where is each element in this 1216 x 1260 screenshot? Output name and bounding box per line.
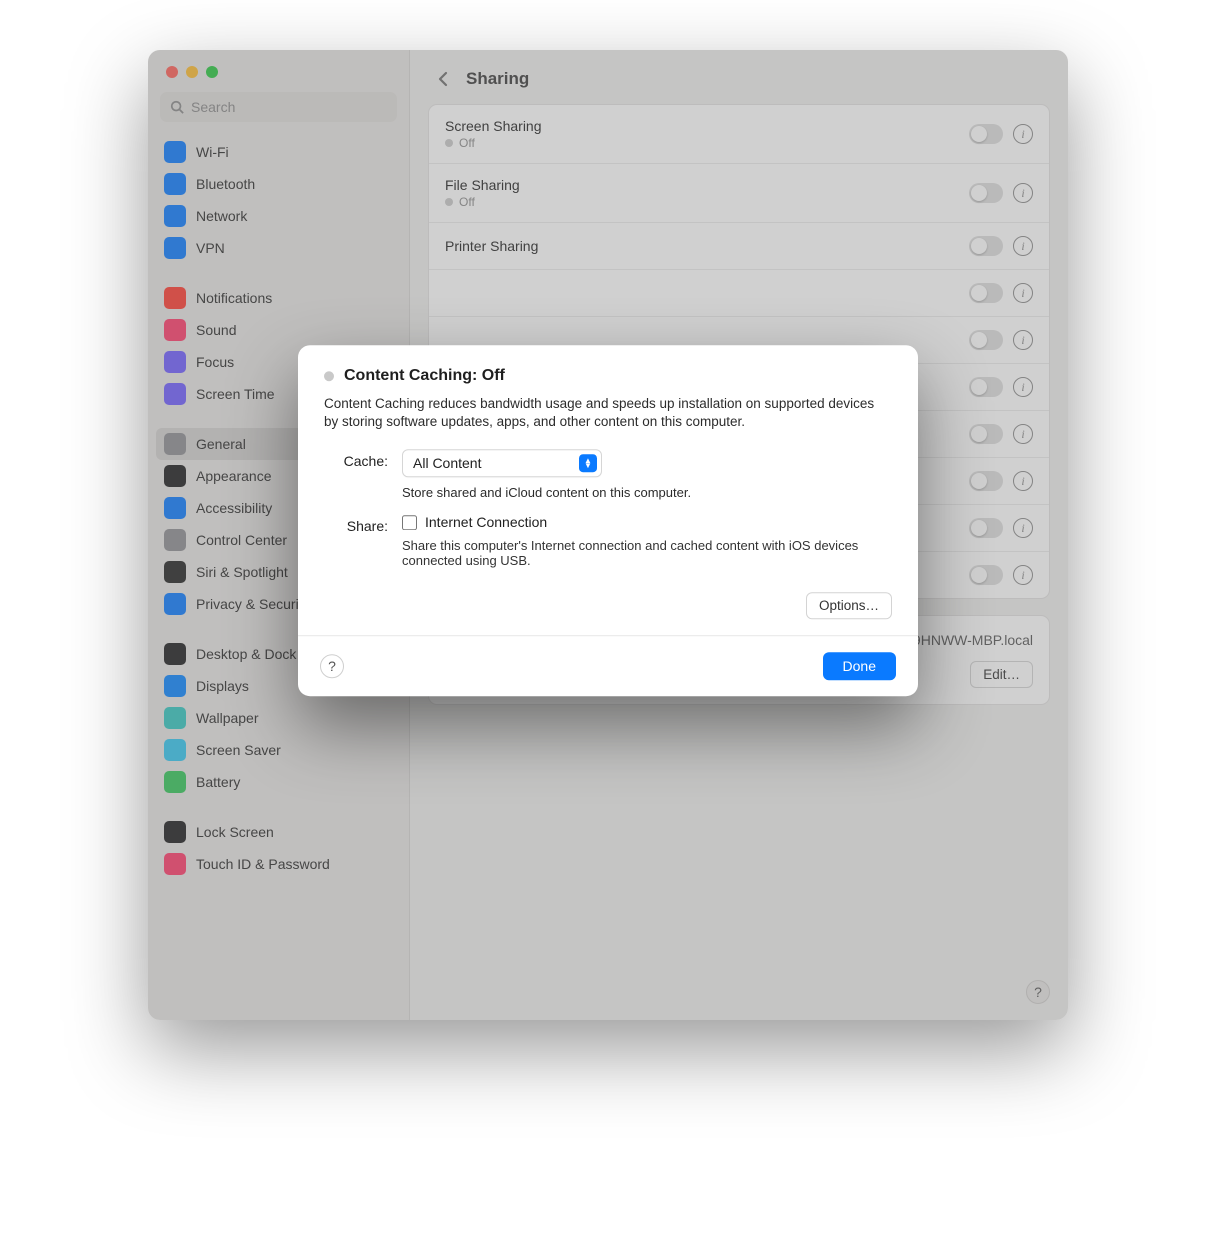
cache-label: Cache: — [324, 450, 388, 470]
status-dot-icon — [324, 371, 334, 381]
share-label: Share: — [324, 515, 388, 535]
cache-hint: Store shared and iCloud content on this … — [402, 486, 892, 501]
done-button[interactable]: Done — [823, 653, 896, 681]
sheet-title: Content Caching: Off — [324, 367, 892, 385]
system-settings-window: Search Wi-FiBluetoothNetworkVPNNotificat… — [148, 50, 1068, 1020]
content-caching-sheet: Content Caching: Off Content Caching red… — [298, 345, 918, 696]
cache-select-value: All Content — [413, 456, 481, 472]
stepper-icon: ▲▼ — [579, 455, 597, 473]
sheet-help-button[interactable]: ? — [320, 655, 344, 679]
cache-select[interactable]: All Content ▲▼ — [402, 450, 602, 478]
share-internet-checkbox-input[interactable] — [402, 515, 417, 530]
options-button[interactable]: Options… — [806, 593, 892, 620]
sheet-description: Content Caching reduces bandwidth usage … — [324, 395, 892, 431]
share-internet-checkbox[interactable]: Internet Connection — [402, 515, 892, 531]
share-hint: Share this computer's Internet connectio… — [402, 539, 892, 569]
